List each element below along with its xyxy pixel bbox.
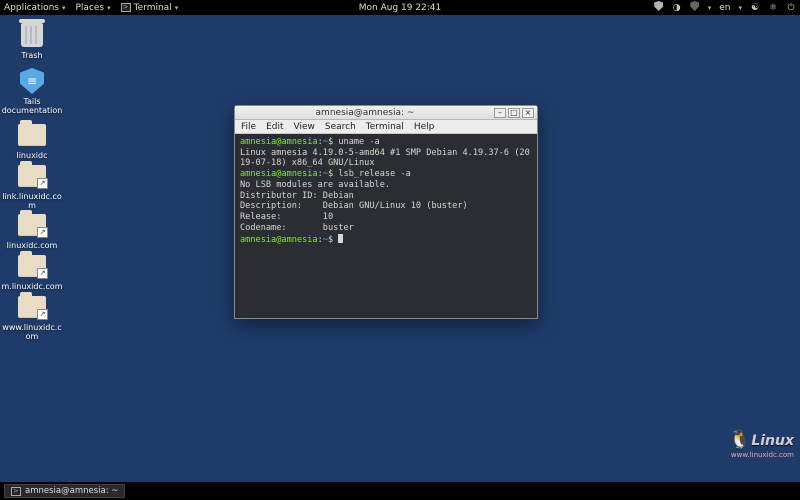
folder-link-linuxidc[interactable]: link.linuxidc.co m — [0, 162, 64, 211]
menu-view[interactable]: View — [294, 122, 315, 132]
folder-www-linuxidc[interactable]: www.linuxidc.c om — [0, 293, 64, 342]
menu-file[interactable]: File — [241, 122, 256, 132]
tor-status-icon[interactable] — [654, 1, 664, 14]
terminal-icon — [121, 3, 131, 12]
terminal-window[interactable]: amnesia@amnesia: ~ – □ × File Edit View … — [234, 105, 538, 319]
top-panel: Applications▾ Places▾ Terminal▾ Mon Aug … — [0, 0, 800, 15]
terminal-cursor — [338, 234, 343, 243]
menu-help[interactable]: Help — [414, 122, 435, 132]
window-titlebar[interactable]: amnesia@amnesia: ~ – □ × — [235, 106, 537, 120]
menu-edit[interactable]: Edit — [266, 122, 283, 132]
terminal-icon — [11, 487, 21, 496]
terminal-menubar: File Edit View Search Terminal Help — [235, 120, 537, 134]
power-icon[interactable]: ⏻ — [786, 3, 796, 13]
menu-terminal[interactable]: Terminal — [366, 122, 404, 132]
keyboard-layout-indicator[interactable]: en — [719, 3, 730, 13]
taskbar-entry-terminal[interactable]: amnesia@amnesia: ~ — [4, 484, 125, 498]
places-menu[interactable]: Places▾ — [76, 3, 111, 13]
network-icon[interactable]: ⚛ — [768, 3, 778, 13]
window-title: amnesia@amnesia: ~ — [238, 108, 492, 118]
terminal-app-menu[interactable]: Terminal▾ — [121, 3, 179, 13]
folder-m-linuxidc[interactable]: m.linuxidc.com — [0, 252, 64, 292]
tray-icon-1[interactable]: ◑ — [672, 3, 682, 13]
window-maximize-button[interactable]: □ — [508, 108, 520, 118]
tails-documentation-icon[interactable]: ≡ Tails documentation — [0, 67, 64, 116]
menu-search[interactable]: Search — [325, 122, 356, 132]
window-minimize-button[interactable]: – — [494, 108, 506, 118]
tux-icon: 🐧 — [729, 429, 751, 450]
terminal-output[interactable]: amnesia@amnesia:~$ uname -a Linux amnesi… — [235, 134, 537, 318]
applications-menu[interactable]: Applications▾ — [4, 3, 66, 13]
bottom-panel: amnesia@amnesia: ~ — [0, 482, 800, 500]
watermark: 🐧Linux www.linuxidc.com — [729, 429, 794, 460]
clock[interactable]: Mon Aug 19 22:41 — [359, 3, 442, 13]
desktop[interactable]: Trash ≡ Tails documentation linuxidc lin… — [0, 15, 800, 482]
trash-icon[interactable]: Trash — [0, 21, 64, 61]
folder-linuxidc-com[interactable]: linuxidc.com — [0, 211, 64, 251]
accessibility-icon[interactable]: ☯ — [750, 3, 760, 13]
tails-shield-icon[interactable] — [690, 1, 700, 14]
window-close-button[interactable]: × — [522, 108, 534, 118]
folder-linuxidc[interactable]: linuxidc — [0, 121, 64, 161]
